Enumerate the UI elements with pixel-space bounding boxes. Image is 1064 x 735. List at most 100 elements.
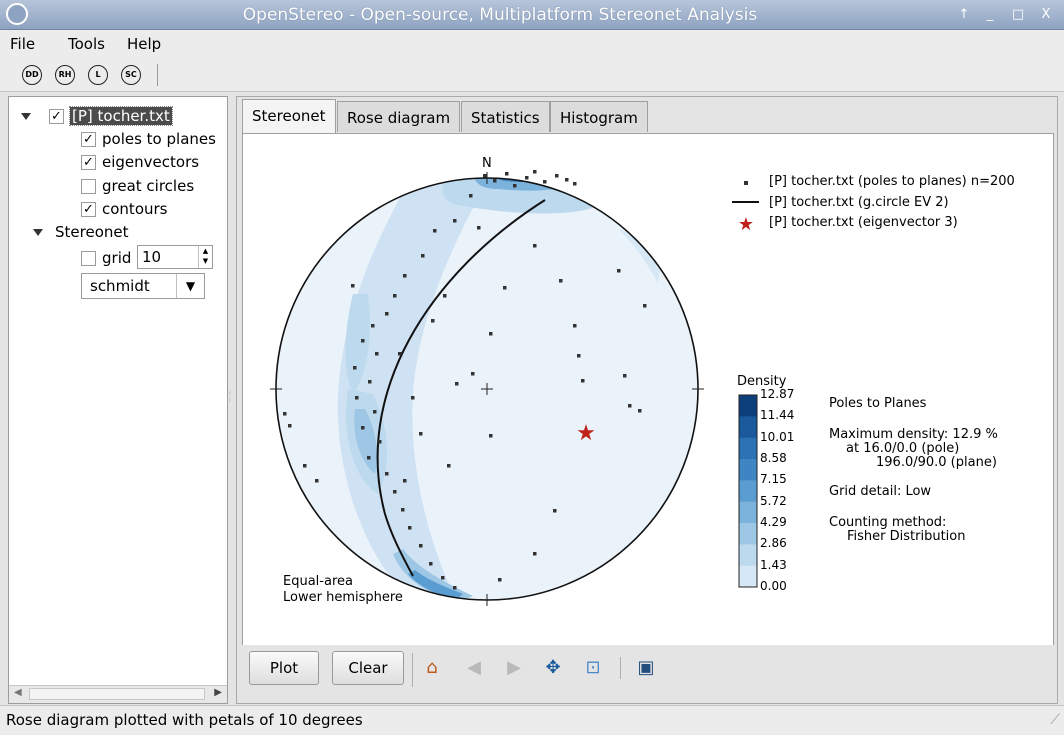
home-icon[interactable]: ⌂ [421, 657, 443, 679]
tree-row-contours[interactable]: ✓ contours [81, 198, 167, 220]
legend-star-icon: ★ [738, 214, 754, 235]
tree-row-great-circles[interactable]: great circles [81, 175, 194, 197]
pan-icon[interactable]: ✥ [542, 657, 564, 679]
projection-label-2: Lower hemisphere [283, 590, 403, 605]
save-icon[interactable]: ▣ [635, 657, 657, 679]
stereonet-tab-content: ★ ★ N Equal-area Lower hemisphere [P] to… [242, 133, 1054, 699]
tree-row-stereonet[interactable]: Stereonet [33, 221, 129, 243]
legend-pole-marker [744, 181, 748, 185]
contours-label: contours [102, 200, 168, 218]
menu-file[interactable]: File [10, 35, 35, 53]
clear-button[interactable]: Clear [332, 651, 404, 685]
density-tick-label: 5.72 [760, 493, 787, 508]
separator [412, 653, 413, 687]
projection-label-1: Equal-area [283, 574, 353, 589]
colorbar-band [739, 523, 757, 545]
maximize-button[interactable]: □ [1008, 5, 1028, 25]
spin-arrows-icon[interactable]: ▲ ▼ [198, 246, 212, 268]
back-icon[interactable]: ◀ [463, 657, 485, 679]
info-line-1: Poles to Planes [829, 396, 927, 411]
status-message: Rose diagram plotted with petals of 10 d… [6, 711, 363, 729]
info-line-5: Grid detail: Low [829, 484, 932, 499]
expand-icon[interactable] [21, 112, 31, 120]
colorbar-band [739, 501, 757, 524]
grid-checkbox[interactable] [81, 250, 96, 266]
density-tick-label: 4.29 [760, 515, 787, 529]
density-tick-label: 2.86 [760, 536, 787, 551]
tab-stereonet[interactable]: Stereonet [242, 99, 336, 133]
toolbar: DD RH L SC [0, 58, 1064, 92]
splitter-handle[interactable]: ⁞ ⁞ [229, 390, 235, 410]
colorbar-band [739, 459, 757, 481]
dataset-checkbox[interactable]: ✓ [49, 108, 64, 124]
legend-gcircle-label: [P] tocher.txt (g.circle EV 2) [769, 195, 949, 210]
plot-toolbar: Plot Clear ⌂ ◀ ▶ ✥ ⊡ ▣ [242, 645, 1054, 701]
contours-checkbox[interactable]: ✓ [81, 201, 96, 217]
menu-tools[interactable]: Tools [68, 35, 105, 53]
density-tick-label: 8.58 [760, 451, 787, 465]
small-circle-button[interactable]: SC [121, 65, 141, 85]
north-label: N [482, 156, 492, 171]
eigenvectors-checkbox[interactable]: ✓ [81, 154, 96, 170]
dataset-label[interactable]: [P] tocher.txt [69, 106, 173, 126]
projection-select-value: schmidt [90, 277, 150, 295]
scroll-left-icon[interactable]: ◀ [14, 687, 22, 698]
stereonet-plot[interactable]: ★ ★ [243, 134, 1053, 644]
density-tick-label: 11.44 [760, 408, 795, 423]
tree-row-eigenvectors[interactable]: ✓ eigenvectors [81, 151, 199, 173]
main-panel: Stereonet Rose diagram Statistics Histog… [236, 96, 1058, 704]
tree-row-poles[interactable]: ✓ poles to planes [81, 128, 216, 150]
info-line-7: Fisher Distribution [847, 529, 966, 544]
separator [620, 657, 621, 679]
poles-checkbox[interactable]: ✓ [81, 131, 96, 147]
tab-histogram[interactable]: Histogram [550, 101, 648, 132]
legend-poles-label: [P] tocher.txt (poles to planes) n=200 [769, 174, 1015, 189]
zoom-icon[interactable]: ⊡ [582, 657, 604, 679]
eigenvectors-label: eigenvectors [102, 153, 200, 171]
plot-button[interactable]: Plot [249, 651, 319, 685]
scroll-thumb[interactable] [29, 688, 205, 700]
density-tick-label: 10.01 [760, 429, 795, 444]
info-line-6: Counting method: [829, 515, 947, 530]
resize-grip-icon[interactable]: ⟋ [1050, 712, 1060, 728]
colorbar-band [739, 395, 757, 417]
title-bar: OpenStereo - Open-source, Multiplatform … [0, 0, 1064, 30]
density-tick-label: 1.43 [760, 557, 787, 572]
grid-spinbox[interactable]: 10 ▲ ▼ [137, 245, 213, 269]
toolbar-separator [157, 64, 158, 86]
info-line-2: Maximum density: 12.9 % [829, 427, 998, 442]
dip-direction-button[interactable]: DD [22, 65, 42, 85]
density-colorbar [738, 394, 758, 588]
chevron-down-icon[interactable]: ▼ [176, 274, 204, 298]
legend-eigenvector-label: [P] tocher.txt (eigenvector 3) [769, 215, 958, 230]
projection-select[interactable]: schmidt ▼ [81, 273, 205, 299]
density-tick-label: 0.00 [760, 579, 787, 593]
great-circles-checkbox[interactable] [81, 178, 96, 194]
grid-spinbox-value: 10 [142, 248, 162, 266]
right-hand-rule-button[interactable]: RH [55, 65, 75, 85]
close-button[interactable]: X [1036, 5, 1056, 25]
tree-horizontal-scrollbar[interactable]: ◀ ▶ [9, 685, 227, 703]
forward-icon[interactable]: ▶ [503, 657, 525, 679]
colorbar-band [739, 437, 757, 460]
density-tick-label: 7.15 [760, 472, 787, 487]
colorbar-band [739, 565, 757, 588]
scroll-right-icon[interactable]: ▶ [214, 687, 222, 698]
colorbar-band [739, 544, 757, 567]
keep-above-button[interactable]: ↑ [954, 5, 974, 25]
expand-icon[interactable] [33, 228, 43, 236]
tree-row-grid[interactable]: grid [81, 247, 131, 269]
tree-row-dataset[interactable]: ✓ [P] tocher.txt [21, 105, 173, 127]
tab-rose-diagram[interactable]: Rose diagram [337, 101, 461, 132]
menu-help[interactable]: Help [127, 35, 161, 53]
window-title: OpenStereo - Open-source, Multiplatform … [242, 5, 758, 25]
layer-tree: ✓ [P] tocher.txt ✓ poles to planes ✓ eig… [8, 96, 228, 704]
minimize-button[interactable]: _ [980, 5, 1000, 25]
colorbar-band [739, 480, 757, 503]
info-line-3: at 16.0/0.0 (pole) [846, 441, 960, 456]
density-tick-label: 12.87 [760, 387, 795, 401]
tab-statistics[interactable]: Statistics [461, 101, 550, 132]
lines-button[interactable]: L [88, 65, 108, 85]
status-bar: Rose diagram plotted with petals of 10 d… [0, 705, 1064, 735]
stereonet-label: Stereonet [55, 223, 129, 241]
